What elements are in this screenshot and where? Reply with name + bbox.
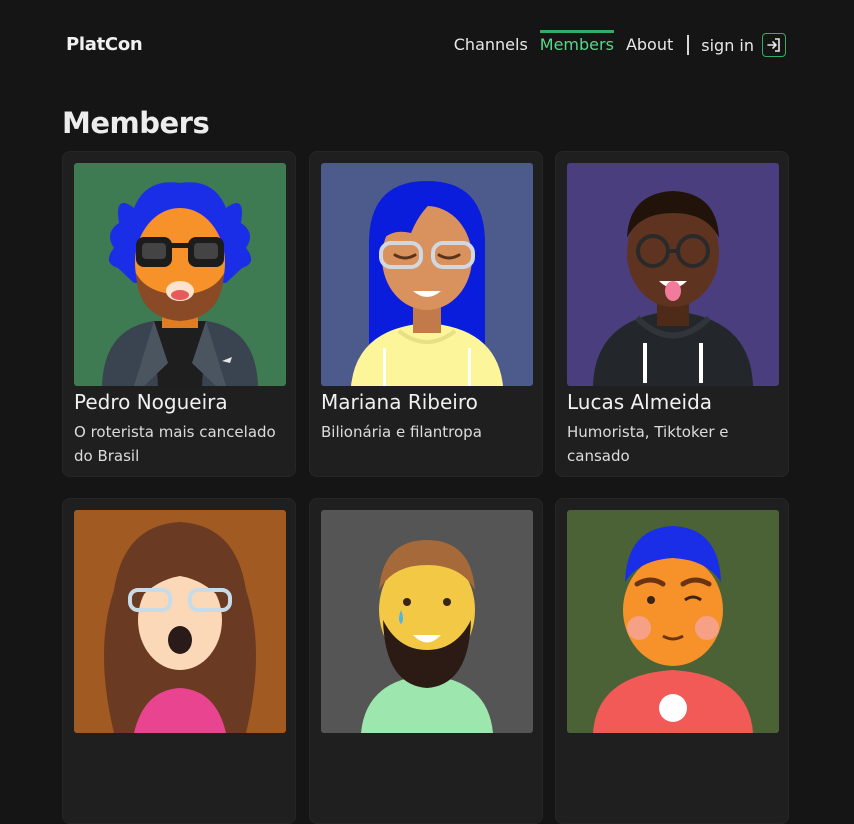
member-card[interactable]: Lucas Almeida Humorista, Tiktoker e cans… (555, 151, 789, 477)
member-avatar (321, 163, 533, 386)
brand-logo[interactable]: PlatCon (66, 34, 143, 55)
member-avatar (321, 510, 533, 733)
login-icon (767, 38, 780, 52)
member-avatar (74, 163, 286, 386)
sign-in-button[interactable] (762, 33, 786, 57)
site-header: PlatCon Channels Members About sign in (0, 0, 854, 90)
member-name: Pedro Nogueira (74, 390, 228, 414)
member-card[interactable]: Pedro Nogueira O roterista mais cancelad… (62, 151, 296, 477)
nav-divider (687, 35, 690, 55)
member-avatar (567, 510, 779, 733)
nav-link-channels[interactable]: Channels (454, 30, 528, 60)
member-description: O roterista mais cancelado do Brasil (74, 423, 276, 465)
member-avatar (74, 510, 286, 733)
member-name: Mariana Ribeiro (321, 390, 478, 414)
page-title: Members (62, 106, 210, 140)
member-avatar (567, 163, 779, 386)
member-card[interactable]: Mariana Ribeiro Bilionária e filantropa (309, 151, 543, 477)
member-card[interactable] (555, 498, 789, 824)
member-name: Lucas Almeida (567, 390, 713, 414)
nav-link-about[interactable]: About (626, 30, 673, 60)
sign-in-link[interactable]: sign in (701, 36, 754, 55)
main-nav: Channels Members About sign in (442, 30, 786, 60)
member-card[interactable] (309, 498, 543, 824)
member-description: Bilionária e filantropa (321, 423, 482, 441)
member-description: Humorista, Tiktoker e cansado (567, 423, 729, 465)
nav-link-members[interactable]: Members (539, 30, 615, 60)
member-card[interactable] (62, 498, 296, 824)
